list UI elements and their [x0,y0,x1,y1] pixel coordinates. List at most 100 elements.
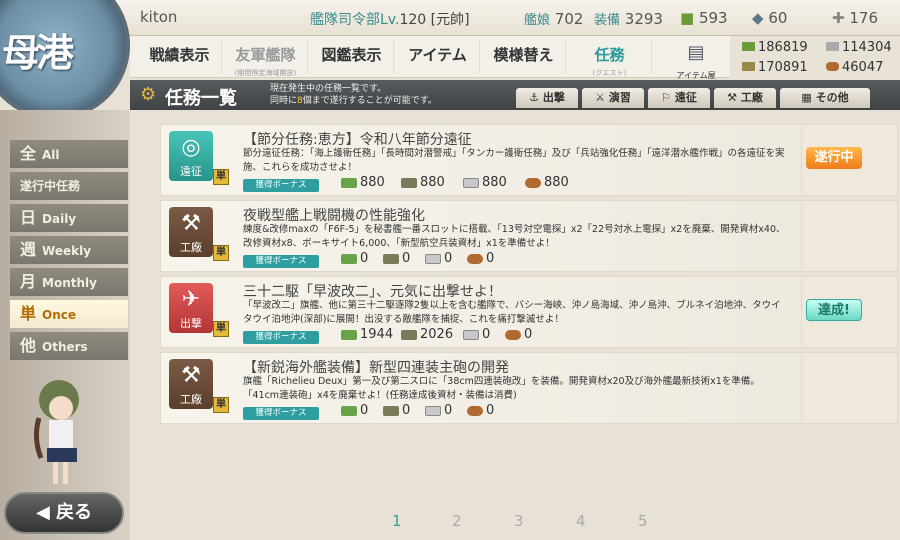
page-2[interactable]: 2 [452,512,462,530]
bauxite-resource: 46047 [826,60,883,75]
reward-steel: 0 [425,403,452,418]
reward-bauxite: 0 [467,251,494,266]
reward-steel: 0 [463,327,490,342]
filter-daily[interactable]: 日 Daily [10,204,128,232]
reward-bauxite: 880 [525,175,569,190]
bonus-label: 獲得ボーナス [243,255,319,268]
expedition-category-icon: ◎ 遠征 [169,131,213,181]
reward-bauxite: 0 [505,327,532,342]
quest-row[interactable]: ⚒ 工廠 単 夜戦型艦上戦闘機の性能強化 練度&改修maxの「F6F-5」を秘書艦… [160,200,898,272]
quest-title: 【節分任務:恵方】令和八年節分遠征 [243,132,472,148]
hq-level: 艦隊司令部Lv.120 [元帥] [310,12,470,28]
once-badge: 単 [213,169,229,185]
hammer-icon: ⚒ [181,211,201,236]
reward-fuel: 880 [341,175,385,190]
reward-bauxite: 0 [467,403,494,418]
quest-title: 三十二駆「早波改二」、元気に出撃せよ！ [243,284,502,300]
back-button[interactable]: ◀ 戻る [4,492,124,534]
filter-all[interactable]: 全 All [10,140,128,168]
steel-resource: 114304 [826,40,892,55]
devmat-count: ◆ 60 [752,9,788,27]
secretary-ship-girl [33,380,79,484]
filter-others[interactable]: 他 Others [10,332,128,360]
status-in-progress-badge: 遂行中 [806,147,862,169]
ship-count: 艦娘 702 [524,10,584,28]
reward-fuel: 1944 [341,327,393,342]
devmat-icon: ◆ [752,9,764,27]
quest-title: 【新鋭海外艦装備】新型四連装主砲の開発 [243,360,509,376]
page-3[interactable]: 3 [514,512,524,530]
reward-fuel: 0 [341,251,368,266]
reward-fuel: 0 [341,403,368,418]
quest-status-cell [801,201,897,271]
once-badge: 単 [213,397,229,413]
reward-ammo: 0 [383,403,410,418]
nav-items[interactable]: アイテム [396,40,480,74]
tab-exercise[interactable]: ⚔ 演習 [582,88,644,108]
exercise-icon: ⚔ [595,91,606,104]
page-5[interactable]: 5 [638,512,648,530]
reward-ammo: 2026 [401,327,453,342]
sortie-icon: ⚓ [529,91,540,104]
compass-icon: ◎ [181,135,201,160]
filter-once[interactable]: 単 Once [10,300,128,328]
quest-description: 節分遠征任務：「海上護衛任務」「長時間対潜警戒」「タンカー護衛任務」及び「兵站強… [243,148,785,173]
steel-icon [826,42,839,51]
arsenal-icon: ⚒ [727,91,738,104]
ammo-resource: 170891 [742,60,808,75]
filter-monthly[interactable]: 月 Monthly [10,268,128,296]
page-4[interactable]: 4 [576,512,586,530]
tab-expedition[interactable]: ⚐ 遠征 [648,88,710,108]
quest-status-cell [801,353,897,423]
bonus-label: 獲得ボーナス [243,407,319,420]
reward-ammo: 880 [401,175,445,190]
screw-icon: ✚ [832,9,845,27]
filter-weekly[interactable]: 週 Weekly [10,236,128,264]
other-icon: ▦ [801,91,812,104]
bonus-label: 獲得ボーナス [243,179,319,192]
arsenal-category-icon: ⚒ 工廠 [169,359,213,409]
quest-row[interactable]: ◎ 遠征 単 【節分任務:恵方】令和八年節分遠征 節分遠征任務：「海上護衛任務」「… [160,124,898,196]
once-badge: 単 [213,321,229,337]
page-1[interactable]: 1 [392,512,402,530]
section-description: 現在発生中の任務一覧です。 同時に8個まで遂行することが可能です。 [270,84,437,106]
ammo-icon [742,62,755,71]
filter-in-progress[interactable]: 遂行中任務 [10,172,128,200]
nav-furniture[interactable]: 模様替え [482,40,566,74]
nav-friend-fleet[interactable]: 友軍艦隊 (期間限定海域開放) [224,40,308,77]
home-port-logo-text[interactable]: 母港 [2,22,74,77]
nav-item-shop[interactable]: ▤ アイテム屋 [666,42,726,80]
status-completed-badge[interactable]: 達成! [806,299,862,321]
tab-arsenal[interactable]: ⚒ 工廠 [714,88,776,108]
equip-count: 装備 3293 [594,10,663,28]
section-title: 任務一覧 [165,88,237,109]
quest-row[interactable]: ⚒ 工廠 単 【新鋭海外艦装備】新型四連装主砲の開発 旗艦「Richelieu D… [160,352,898,424]
reward-steel: 880 [463,175,507,190]
nav-quests[interactable]: 任務 (クエスト) [568,40,652,77]
reward-ammo: 0 [383,251,410,266]
arsenal-category-icon: ⚒ 工廠 [169,207,213,257]
once-badge: 単 [213,245,229,261]
reward-steel: 0 [425,251,452,266]
quest-row[interactable]: ✈ 出撃 単 三十二駆「早波改二」、元気に出撃せよ！ 「早波改二」旗艦、他に第三十… [160,276,898,348]
bucket-count: ■ 593 [680,9,728,27]
tab-other[interactable]: ▦ その他 [780,88,870,108]
shop-icon: ▤ [687,42,705,63]
screw-count: ✚ 176 [832,9,878,27]
tab-sortie[interactable]: ⚓ 出撃 [516,88,578,108]
hammer-icon: ⚒ [181,363,201,388]
nav-record[interactable]: 戦績表示 [138,40,222,74]
quest-description: 練度&改修maxの「F6F-5」を秘書艦一番スロットに搭載、「13号対空電探」x… [243,224,786,249]
expedition-icon: ⚐ [661,91,672,104]
quest-description: 「早波改二」旗艦、他に第三十二駆逐隊2隻以上を含む艦隊で、バシー海峡、沖ノ島海域… [243,300,781,325]
nav-album[interactable]: 図鑑表示 [310,40,394,74]
fuel-icon [742,42,755,51]
quest-title: 夜戦型艦上戦闘機の性能強化 [243,208,425,224]
quest-description: 旗艦「Richelieu Deux」第一及び第二スロに「38cm四連装砲改」を装… [243,376,760,401]
bucket-icon: ■ [680,9,695,27]
plane-icon: ✈ [181,287,201,312]
player-name: kiton [140,8,178,26]
bauxite-icon [826,62,839,71]
bonus-label: 獲得ボーナス [243,331,319,344]
fuel-resource: 186819 [742,40,808,55]
